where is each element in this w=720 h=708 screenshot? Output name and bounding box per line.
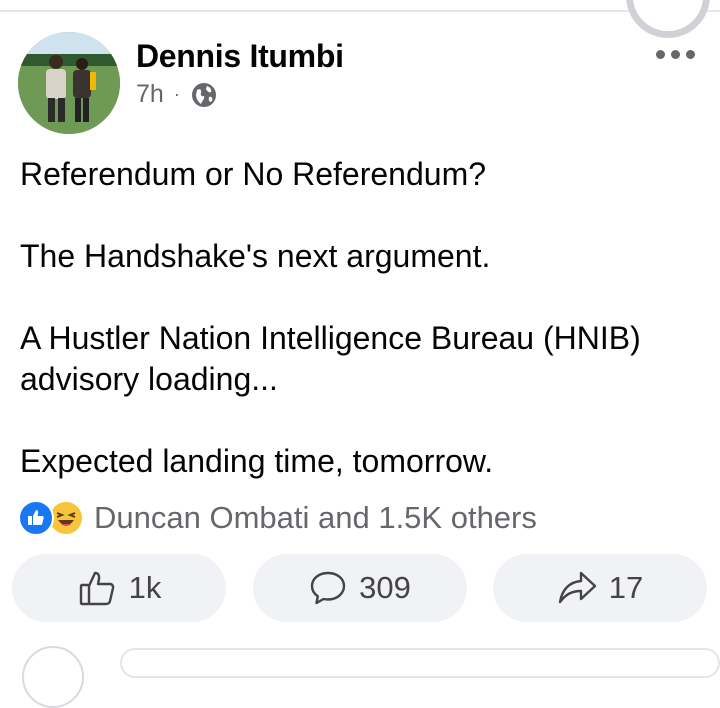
share-icon xyxy=(557,569,597,607)
like-count: 1k xyxy=(128,570,162,605)
post-paragraph: Expected landing time, tomorrow. xyxy=(20,443,494,479)
reactors-text[interactable]: Duncan Ombati and 1.5K others xyxy=(94,500,537,536)
comment-button[interactable]: 309 xyxy=(253,554,467,622)
reactions-summary[interactable]: Duncan Ombati and 1.5K others xyxy=(18,500,537,536)
author-name[interactable]: Dennis Itumbi xyxy=(136,38,344,75)
comment-input-partial[interactable] xyxy=(120,648,720,678)
post-paragraph: A Hustler Nation Intelligence Bureau (HN… xyxy=(20,320,641,397)
thumbs-up-icon xyxy=(77,568,117,608)
avatar[interactable] xyxy=(18,32,120,134)
profile-circle-partial[interactable] xyxy=(626,0,710,38)
post-meta: 7h · xyxy=(136,80,218,109)
post-paragraph: Referendum or No Referendum? xyxy=(20,156,487,192)
post-paragraph: The Handshake's next argument. xyxy=(20,238,491,274)
commenter-avatar-partial xyxy=(22,646,84,708)
share-button[interactable]: 17 xyxy=(493,554,707,622)
more-options-icon[interactable] xyxy=(656,50,695,59)
meta-separator: · xyxy=(173,84,180,104)
like-button[interactable]: 1k xyxy=(12,554,226,622)
comment-icon xyxy=(309,569,347,607)
share-count: 17 xyxy=(608,570,644,605)
post-time[interactable]: 7h xyxy=(136,80,164,109)
comment-count: 309 xyxy=(359,570,411,605)
top-divider xyxy=(0,10,720,12)
globe-icon[interactable] xyxy=(190,81,218,109)
like-reaction-icon xyxy=(18,500,54,536)
